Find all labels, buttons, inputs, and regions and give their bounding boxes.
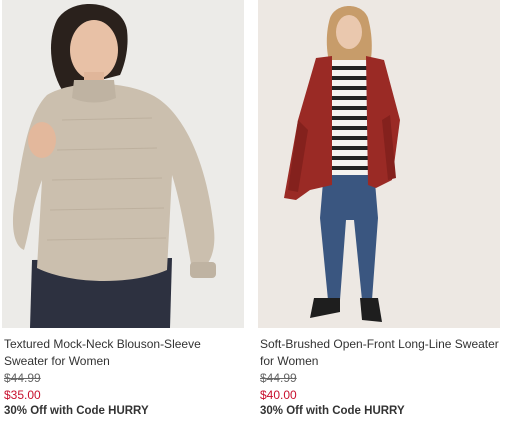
product-image[interactable] [2,0,244,328]
product-card[interactable]: Soft-Brushed Open-Front Long-Line Sweate… [258,0,500,420]
product-image[interactable] [258,0,500,328]
sale-price: $35.00 [4,388,41,402]
product-title[interactable]: Textured Mock-Neck Blouson-Sleeve Sweate… [4,336,244,370]
original-price: $44.99 [4,371,41,385]
product-photo-cardigan-red [258,0,500,328]
promo-text: 30% Off with Code HURRY [4,405,149,417]
product-card[interactable]: Textured Mock-Neck Blouson-Sleeve Sweate… [2,0,244,420]
product-title[interactable]: Soft-Brushed Open-Front Long-Line Sweate… [260,336,500,370]
sale-price: $40.00 [260,388,297,402]
product-photo-sweater-oatmeal [2,0,244,328]
promo-text: 30% Off with Code HURRY [260,405,405,417]
original-price: $44.99 [260,371,297,385]
